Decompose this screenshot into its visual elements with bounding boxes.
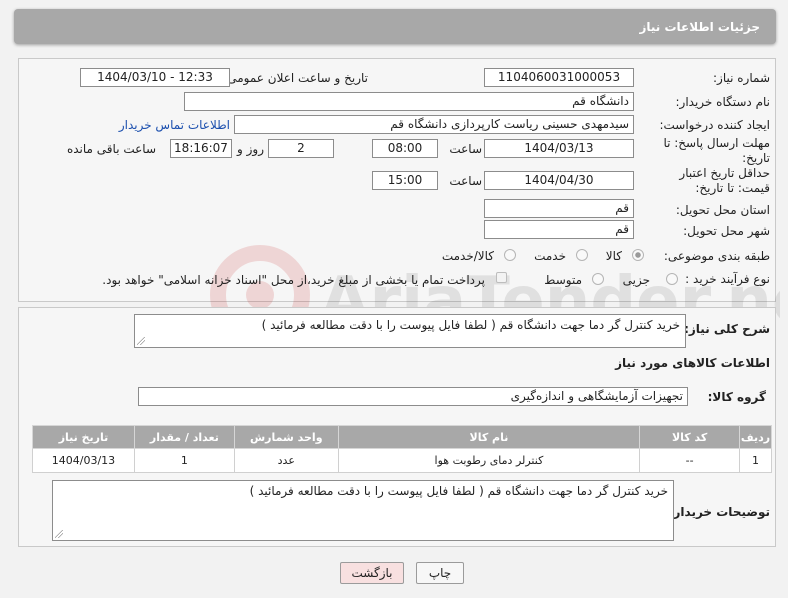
remaining-time-field: 18:16:07 bbox=[170, 139, 232, 158]
goods-section-title: اطلاعات کالاهای مورد نیاز bbox=[615, 356, 770, 370]
goods-group-label: گروه کالا: bbox=[707, 390, 766, 404]
process-medium-radio[interactable] bbox=[592, 273, 604, 285]
category-both-radio[interactable] bbox=[504, 249, 516, 261]
announce-field: 1404/03/10 - 12:33 bbox=[80, 68, 230, 87]
need-number-field: 1104060031000053 bbox=[484, 68, 634, 87]
city-field: قم bbox=[484, 220, 634, 239]
province-label: استان محل تحویل: bbox=[675, 203, 770, 217]
cell-unit: عدد bbox=[233, 448, 339, 473]
province-field: قم bbox=[484, 199, 634, 218]
description-text: خرید کنترل گر دما جهت دانشگاه قم ( لطفا … bbox=[261, 318, 680, 332]
process-minor-label: جزیی bbox=[622, 273, 650, 287]
treasury-payment-note: پرداخت تمام یا بخشی از مبلغ خرید،از محل … bbox=[102, 273, 485, 287]
cell-item-name: کنترلر دمای رطوبت هوا bbox=[337, 448, 641, 473]
price-validity-label: حداقل تاریخ اعتبار قیمت: تا تاریخ: bbox=[679, 166, 770, 195]
city-label: شهر محل تحویل: bbox=[683, 224, 770, 238]
process-label: نوع فرآیند خرید : bbox=[685, 272, 770, 286]
col-quantity: تعداد / مقدار bbox=[133, 425, 235, 449]
col-unit: واحد شمارش bbox=[233, 425, 339, 449]
cell-quantity: 1 bbox=[133, 448, 235, 473]
resize-grip-icon[interactable] bbox=[55, 530, 63, 538]
process-medium-label: متوسط bbox=[544, 273, 582, 287]
validity-time-label: ساعت bbox=[449, 174, 482, 188]
category-goods-radio[interactable] bbox=[632, 249, 644, 261]
days-remaining-field: 2 bbox=[268, 139, 334, 158]
col-row-number: ردیف bbox=[739, 425, 772, 449]
goods-group-field: تجهیزات آزمایشگاهی و اندازه‌گیری bbox=[138, 387, 688, 406]
category-both-label: کالا/خدمت bbox=[441, 249, 494, 263]
need-number-label: شماره نیاز: bbox=[713, 71, 770, 85]
goods-table-header: ردیف کد کالا نام کالا واحد شمارش تعداد /… bbox=[32, 425, 772, 449]
col-need-date: تاریخ نیاز bbox=[32, 425, 135, 449]
resize-grip-icon[interactable] bbox=[137, 337, 145, 345]
creator-field: سیدمهدی حسینی ریاست کارپردازی دانشگاه قم bbox=[234, 115, 634, 134]
description-field[interactable]: خرید کنترل گر دما جهت دانشگاه قم ( لطفا … bbox=[134, 314, 686, 348]
category-goods-label: کالا bbox=[605, 249, 622, 263]
creator-label: ایجاد کننده درخواست: bbox=[659, 118, 770, 132]
deadline-label: مهلت ارسال پاسخ: تا تاریخ: bbox=[663, 136, 770, 165]
back-button[interactable]: بازگشت bbox=[340, 562, 404, 584]
treasury-payment-checkbox[interactable] bbox=[496, 272, 507, 283]
validity-time-field: 15:00 bbox=[372, 171, 438, 190]
col-item-name: نام کالا bbox=[337, 425, 641, 449]
process-minor-radio[interactable] bbox=[666, 273, 678, 285]
goods-table: ردیف کد کالا نام کالا واحد شمارش تعداد /… bbox=[32, 425, 772, 473]
col-item-code: کد کالا bbox=[639, 425, 741, 449]
deadline-time-label: ساعت bbox=[449, 142, 482, 156]
buyer-notes-label: توضیحات خریدار: bbox=[668, 505, 770, 519]
page-header: جزئیات اطلاعات نیاز bbox=[14, 9, 776, 44]
remaining-time-label: ساعت باقی مانده bbox=[66, 142, 156, 156]
buyer-notes-text: خرید کنترل گر دما جهت دانشگاه قم ( لطفا … bbox=[249, 484, 668, 498]
buyer-notes-field[interactable]: خرید کنترل گر دما جهت دانشگاه قم ( لطفا … bbox=[52, 480, 674, 541]
validity-date-field: 1404/04/30 bbox=[484, 171, 634, 190]
announce-label: تاریخ و ساعت اعلان عمومی: bbox=[223, 71, 368, 85]
days-and-label: روز و bbox=[237, 142, 264, 156]
deadline-time-field: 08:00 bbox=[372, 139, 438, 158]
cell-item-code: -- bbox=[639, 448, 741, 473]
category-service-label: خدمت bbox=[534, 249, 566, 263]
print-button[interactable]: چاپ bbox=[416, 562, 464, 584]
category-service-radio[interactable] bbox=[576, 249, 588, 261]
description-label: شرح کلی نیاز: bbox=[684, 322, 770, 336]
table-row: 1 -- کنترلر دمای رطوبت هوا عدد 1 1404/03… bbox=[32, 448, 772, 473]
buyer-org-field: دانشگاه قم bbox=[184, 92, 634, 111]
contact-info-link[interactable]: اطلاعات تماس خریدار bbox=[119, 118, 230, 132]
category-label: طبقه بندی موضوعی: bbox=[663, 249, 770, 263]
page-title: جزئیات اطلاعات نیاز bbox=[639, 20, 760, 34]
cell-need-date: 1404/03/13 bbox=[32, 448, 135, 473]
cell-row-number: 1 bbox=[739, 448, 772, 473]
buyer-org-label: نام دستگاه خریدار: bbox=[675, 95, 771, 109]
deadline-date-field: 1404/03/13 bbox=[484, 139, 634, 158]
